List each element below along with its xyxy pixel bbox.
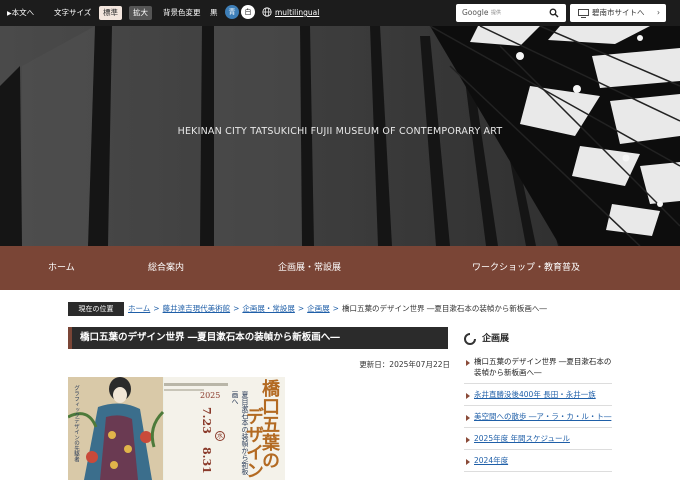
poster-date-end: 8.31 [200,447,213,474]
poster-title-2: デザイン [243,407,264,479]
multilingual-link[interactable]: multilingual [262,0,319,26]
monitor-icon [578,9,589,18]
font-size-label: 文字サイズ [54,8,92,17]
breadcrumb-label: 現在の位置 [68,302,124,316]
circle-arrow-icon [464,333,476,345]
sidebar-item-schedule-2025[interactable]: 2025年度 年間スケジュール [464,428,612,450]
font-standard-button[interactable]: 標準 [99,6,122,20]
sidebar-item-current[interactable]: 橋口五葉のデザイン世界 ―夏目漱石本の装幀から新板画へ― [464,351,612,384]
global-nav: ホーム 総合案内 企画展・常設展 ワークショップ・教育普及 [0,246,680,290]
sidebar-item-alacarte[interactable]: 美空間への散歩 ―ア・ラ・カ・ル・ト― [464,406,612,428]
chevron-right-icon: › [657,8,660,17]
museum-name-banner: HEKINAN CITY TATSUKICHI FUJII MUSEUM OF … [177,126,503,137]
utility-bar: ▶本文へ 文字サイズ 標準 拡大 背景色変更 黒 青 白 multilingua… [0,0,680,26]
bg-color-label: 背景色変更 [163,8,201,17]
bg-white-button[interactable]: 白 [241,5,255,19]
search-brand: Google [462,8,489,17]
globe-icon [262,7,272,17]
breadcrumb-link-special[interactable]: 企画展 [307,304,330,313]
poster-side-text: グラフィックデザインの先駆者 [73,385,79,462]
nav-item-home[interactable]: ホーム [48,246,75,290]
breadcrumb-separator: > [297,304,305,313]
exhibition-poster: グラフィックデザインの先駆者 2025 7.23 水 8.31 夏目漱石本の装幀… [68,377,285,480]
skip-to-content-link[interactable]: ▶本文へ [7,0,34,26]
breadcrumb-separator: > [332,304,339,313]
city-site-button[interactable]: 碧南市サイトへ › [570,4,666,22]
page-title: 橋口五葉のデザイン世界 ―夏目漱石本の装幀から新板画へ― [68,327,448,349]
breadcrumb-separator: > [153,304,160,313]
poster-year: 2025 [200,391,221,400]
search-button[interactable] [542,4,566,22]
breadcrumb-current: 橋口五葉のデザイン世界 ―夏目漱石本の装幀から新板画へ― [341,304,547,313]
updated-date: 更新日：2025年07月22日 [359,360,450,369]
bg-blue-button[interactable]: 青 [225,5,239,19]
poster-date-start: 7.23 [200,407,213,434]
search-icon [549,8,559,18]
nav-item-workshops[interactable]: ワークショップ・教育普及 [472,246,580,290]
search-input[interactable]: 提供 [491,4,501,22]
breadcrumb-link-exhibitions[interactable]: 企画展・常設展 [242,304,295,313]
bg-black-button[interactable]: 黒 [210,0,218,26]
poster-day-start: 水 [215,431,225,441]
breadcrumb-link-museum[interactable]: 藤井達吉現代美術館 [163,304,231,313]
breadcrumb-separator: > [233,304,240,313]
sidebar-item-2024[interactable]: 2024年度 [464,450,612,472]
site-search: Google 提供 [456,4,566,22]
breadcrumb-trail: ホーム > 藤井達吉現代美術館 > 企画展・常設展 > 企画展 > 橋口五葉のデザイン世界 ―夏… [128,302,547,316]
sidebar-heading: 企画展 [464,331,612,347]
breadcrumb-link-home[interactable]: ホーム [128,304,150,313]
nav-item-guide[interactable]: 総合案内 [148,246,184,290]
sidebar-item-nagai[interactable]: 永井直勝没後400年 長田・永井一族 [464,384,612,406]
nav-item-exhibitions[interactable]: 企画展・常設展 [278,246,341,290]
hero-banner: HEKINAN CITY TATSUKICHI FUJII MUSEUM OF … [0,26,680,246]
font-large-button[interactable]: 拡大 [129,6,152,20]
sidebar-list: 橋口五葉のデザイン世界 ―夏目漱石本の装幀から新板画へ― 永井直勝没後400年 … [464,351,612,472]
